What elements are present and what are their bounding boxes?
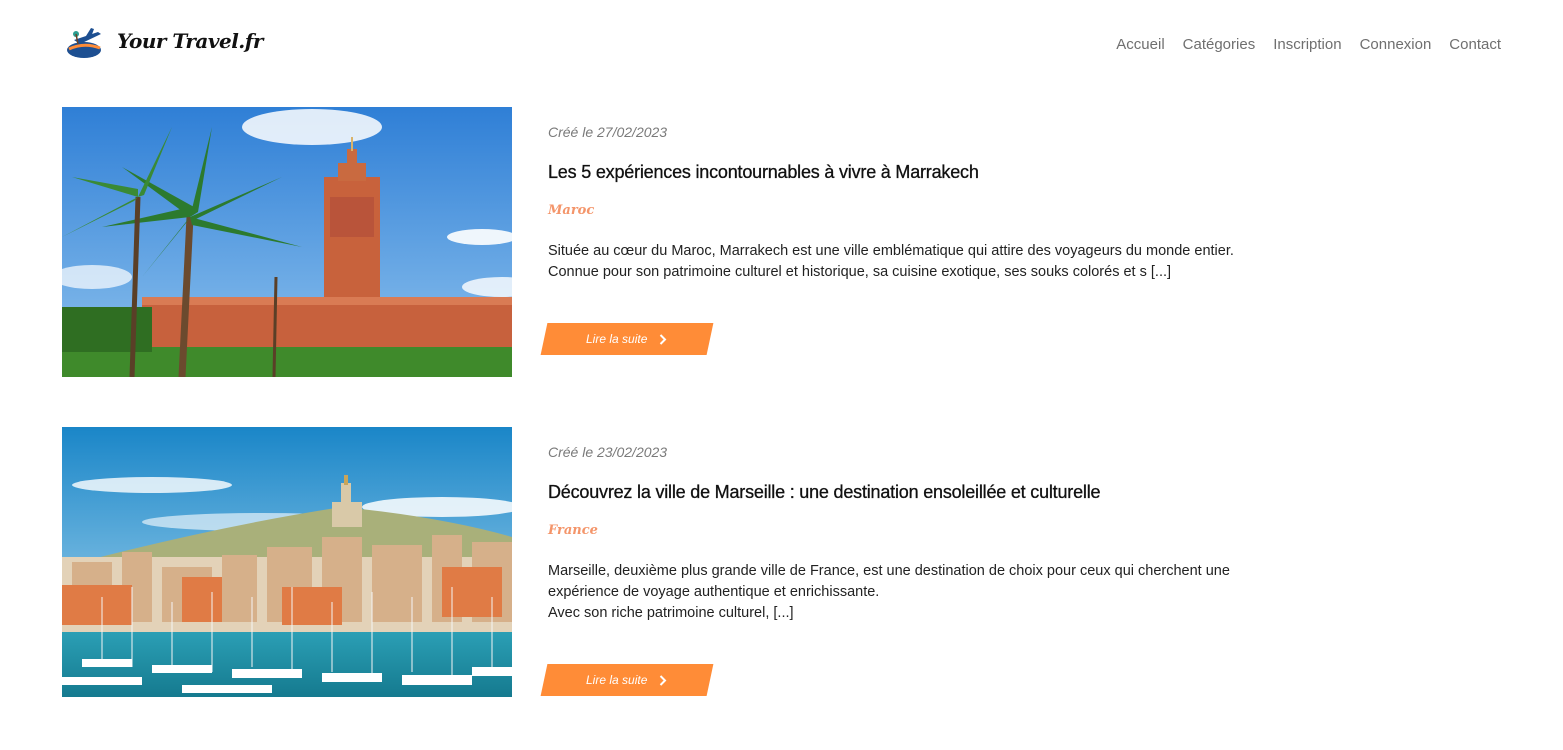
marseille-vieux-port-photo xyxy=(62,427,512,697)
main-nav: Accueil Catégories Inscription Connexion… xyxy=(1116,36,1501,53)
chevron-right-icon xyxy=(660,333,668,345)
chevron-right-icon xyxy=(660,674,668,686)
article-excerpt: Marseille, deuxième plus grande ville de… xyxy=(548,561,1268,624)
article-date: Créé le 27/02/2023 xyxy=(548,124,668,140)
excerpt-line: Avec son riche patrimoine culturel, [...… xyxy=(548,605,794,621)
marrakech-koutoubia-photo xyxy=(62,107,512,377)
read-more-label: Lire la suite xyxy=(586,332,648,346)
article-content: Créé le 27/02/2023 Les 5 expériences inc… xyxy=(540,107,1328,377)
plane-globe-logo-icon xyxy=(67,28,101,58)
page: Your Travel.fr Accueil Catégories Inscri… xyxy=(0,0,1563,750)
nav-accueil[interactable]: Accueil xyxy=(1116,36,1164,53)
read-more-button[interactable]: Lire la suite xyxy=(540,664,714,696)
article-date: Créé le 23/02/2023 xyxy=(548,444,668,460)
excerpt-line: Connue pour son patrimoine culturel et h… xyxy=(548,264,1172,280)
excerpt-line: Marseille, deuxième plus grande ville de… xyxy=(548,563,1230,579)
article-thumbnail[interactable] xyxy=(62,427,512,697)
nav-inscription[interactable]: Inscription xyxy=(1273,36,1341,53)
article-thumbnail[interactable] xyxy=(62,107,512,377)
read-more-button[interactable]: Lire la suite xyxy=(540,323,714,355)
article-category-link[interactable]: France xyxy=(548,523,598,538)
site-logo-text: Your Travel.fr xyxy=(117,29,263,53)
nav-categories[interactable]: Catégories xyxy=(1183,36,1256,53)
article-category-link[interactable]: Maroc xyxy=(548,203,594,218)
site-logo[interactable]: Your Travel.fr xyxy=(64,22,263,66)
site-header: Your Travel.fr Accueil Catégories Inscri… xyxy=(0,0,1563,90)
article-card: Créé le 23/02/2023 Découvrez la ville de… xyxy=(62,427,1362,697)
nav-connexion[interactable]: Connexion xyxy=(1360,36,1432,53)
article-title[interactable]: Les 5 expériences incontournables à vivr… xyxy=(548,162,979,183)
nav-contact[interactable]: Contact xyxy=(1449,36,1501,53)
excerpt-line: Située au cœur du Maroc, Marrakech est u… xyxy=(548,243,1234,259)
excerpt-line: expérience de voyage authentique et enri… xyxy=(548,584,880,600)
article-title[interactable]: Découvrez la ville de Marseille : une de… xyxy=(548,482,1101,503)
read-more-label: Lire la suite xyxy=(586,673,648,687)
article-card: Créé le 27/02/2023 Les 5 expériences inc… xyxy=(62,107,1362,377)
article-content: Créé le 23/02/2023 Découvrez la ville de… xyxy=(540,427,1328,697)
article-excerpt: Située au cœur du Maroc, Marrakech est u… xyxy=(548,241,1268,283)
